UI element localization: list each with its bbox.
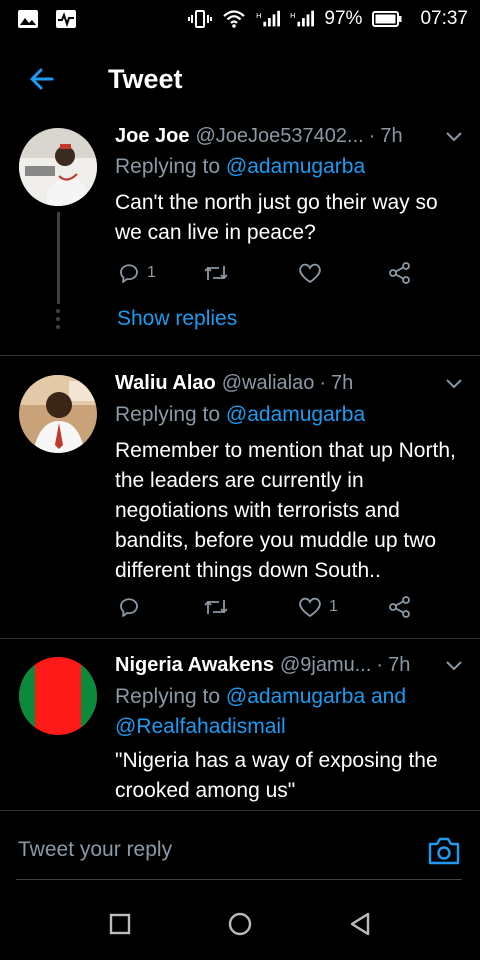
- tweet-header: Waliu Alao @walialao · 7h: [115, 368, 466, 398]
- square-icon: [109, 913, 131, 935]
- reply-composer: [0, 810, 480, 880]
- share-button[interactable]: [387, 592, 413, 622]
- tweet-feed[interactable]: Joe Joe @JoeJoe537402... · 7h Replying t…: [0, 118, 480, 810]
- separator: ·: [368, 124, 376, 147]
- heart-icon: [299, 597, 321, 618]
- tweet-header: Joe Joe @JoeJoe537402... · 7h: [115, 121, 466, 151]
- status-bar: H H 97% 07:37: [0, 0, 480, 38]
- clock: 07:37: [420, 8, 468, 29]
- tweet-actions: 1: [115, 258, 415, 288]
- reply-input[interactable]: [18, 833, 408, 867]
- reply-button[interactable]: 1: [117, 258, 156, 288]
- mention-link[interactable]: @adamugarba: [226, 403, 365, 426]
- like-count: 1: [329, 598, 338, 615]
- avatar[interactable]: [19, 657, 97, 735]
- tweet-actions: 1: [115, 592, 415, 622]
- battery-icon: [372, 9, 402, 29]
- activity-icon: [54, 9, 78, 29]
- like-button[interactable]: [297, 258, 329, 288]
- svg-text:H: H: [256, 11, 262, 20]
- recents-button[interactable]: [106, 910, 134, 938]
- avatar[interactable]: [19, 375, 97, 453]
- display-name[interactable]: Waliu Alao: [115, 372, 216, 395]
- comment-icon: [120, 598, 138, 617]
- timestamp: 7h: [380, 124, 403, 147]
- retweet-icon: [204, 600, 228, 614]
- heart-icon: [299, 263, 321, 284]
- signal-icon: H: [290, 9, 315, 29]
- reply-tweet[interactable]: Nigeria Awakens @9jamu... · 7h Replying …: [0, 639, 480, 810]
- show-replies-link[interactable]: Show replies: [117, 307, 237, 331]
- user-handle[interactable]: @walialao: [222, 372, 315, 395]
- camera-icon: [428, 837, 460, 865]
- retweet-button[interactable]: [202, 592, 236, 622]
- triangle-back-icon: [350, 912, 370, 936]
- replying-to-label: Replying to: [115, 685, 221, 708]
- like-button[interactable]: 1: [297, 592, 338, 622]
- svg-text:H: H: [290, 11, 296, 20]
- circle-icon: [228, 912, 252, 936]
- replying-to: Replying to @adamugarba: [115, 152, 466, 182]
- home-button[interactable]: [226, 910, 254, 938]
- separator: ·: [319, 371, 326, 394]
- share-button[interactable]: [387, 258, 413, 288]
- replying-to: Replying to @adamugarba and @Realfahadis…: [115, 682, 466, 742]
- separator: ·: [376, 653, 384, 676]
- reply-button[interactable]: [117, 592, 147, 622]
- retweet-button[interactable]: [202, 258, 236, 288]
- avatar[interactable]: [19, 128, 97, 206]
- chevron-down-icon[interactable]: [442, 371, 466, 395]
- mention-link[interactable]: @adamugarba: [226, 155, 365, 178]
- arrow-left-icon: [30, 68, 54, 90]
- comment-icon: [120, 264, 138, 283]
- timestamp: 7h: [388, 653, 411, 676]
- reply-count: 1: [147, 264, 156, 281]
- image-icon: [16, 9, 40, 29]
- tweet-text: "Nigeria has a way of exposing the crook…: [115, 749, 438, 802]
- back-nav-button[interactable]: [346, 910, 374, 938]
- user-handle[interactable]: @JoeJoe537402...: [195, 125, 363, 148]
- camera-button[interactable]: [426, 834, 462, 868]
- page-title: Tweet: [108, 63, 183, 94]
- display-name[interactable]: Nigeria Awakens: [115, 654, 274, 677]
- replying-to-label: Replying to: [115, 155, 221, 178]
- app-bar: Tweet: [0, 40, 480, 118]
- share-icon: [389, 596, 410, 618]
- share-icon: [389, 262, 410, 284]
- chevron-down-icon[interactable]: [442, 124, 466, 148]
- timestamp: 7h: [331, 371, 354, 394]
- retweet-icon: [204, 266, 228, 280]
- user-handle[interactable]: @9jamu...: [280, 654, 371, 677]
- back-button[interactable]: [22, 59, 62, 99]
- chevron-down-icon[interactable]: [442, 653, 466, 677]
- thread-dots: [56, 309, 61, 333]
- signal-icon: H: [256, 9, 281, 29]
- display-name[interactable]: Joe Joe: [115, 125, 189, 148]
- thread-line: [57, 212, 60, 304]
- system-nav-bar: [0, 880, 480, 960]
- battery-percent: 97%: [324, 8, 363, 29]
- replying-to-label: Replying to: [115, 403, 221, 426]
- tweet-text: Remember to mention that up North, the l…: [115, 439, 456, 582]
- reply-tweet[interactable]: Joe Joe @JoeJoe537402... · 7h Replying t…: [0, 118, 480, 355]
- replying-to: Replying to @adamugarba: [115, 400, 466, 430]
- tweet-text: Can't the north just go their way so we …: [115, 191, 438, 244]
- wifi-icon: [222, 9, 246, 29]
- vibrate-icon: [188, 9, 213, 29]
- tweet-header: Nigeria Awakens @9jamu... · 7h: [115, 650, 466, 680]
